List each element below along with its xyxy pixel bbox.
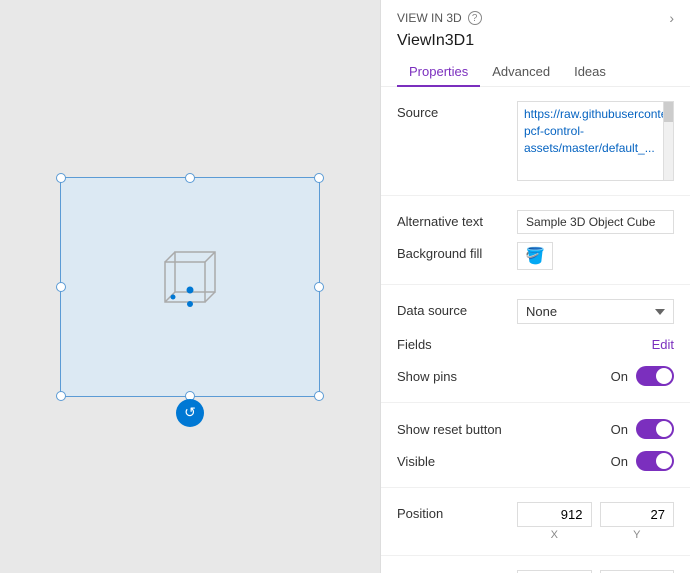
show-pins-value: On bbox=[517, 366, 674, 386]
help-icon[interactable]: ? bbox=[468, 11, 482, 25]
show-pins-row: Show pins On bbox=[397, 360, 674, 392]
data-source-label: Data source bbox=[397, 299, 517, 318]
tab-advanced[interactable]: Advanced bbox=[480, 58, 562, 87]
alt-text-label: Alternative text bbox=[397, 210, 517, 229]
show-reset-section: Show reset button On Visible On bbox=[381, 403, 690, 488]
view-in-3d-row: VIEW IN 3D ? › bbox=[397, 10, 674, 26]
fields-row: Fields Edit bbox=[397, 328, 674, 360]
show-reset-toggle[interactable] bbox=[636, 419, 674, 439]
bg-fill-button[interactable]: 🪣 bbox=[517, 242, 553, 270]
view-in-3d-label: VIEW IN 3D bbox=[397, 11, 462, 25]
properties-panel: VIEW IN 3D ? › ViewIn3D1 Properties Adva… bbox=[380, 0, 690, 573]
canvas-area: ↺ bbox=[0, 0, 380, 573]
component-title: ViewIn3D1 bbox=[397, 32, 674, 50]
position-xy-row: X Y bbox=[517, 502, 674, 541]
position-y-input[interactable] bbox=[600, 502, 675, 527]
bg-fill-row: Background fill 🪣 bbox=[397, 238, 674, 274]
bg-fill-label: Background fill bbox=[397, 242, 517, 261]
alt-text-input[interactable] bbox=[517, 210, 674, 234]
data-source-section: Data source None Fields Edit Show pins O… bbox=[381, 285, 690, 403]
visible-toggle[interactable] bbox=[636, 451, 674, 471]
toggle-knob-2 bbox=[656, 421, 672, 437]
position-row: Position X Y bbox=[397, 498, 674, 545]
show-pins-on-text: On bbox=[611, 369, 628, 384]
scroll-thumb bbox=[664, 102, 673, 122]
position-section: Position X Y bbox=[381, 488, 690, 556]
visible-label: Visible bbox=[397, 454, 517, 469]
data-source-dropdown[interactable]: None bbox=[517, 299, 674, 324]
show-reset-label: Show reset button bbox=[397, 422, 517, 437]
source-section: Source https://raw.githubusercontent.com… bbox=[381, 87, 690, 196]
visible-row: Visible On bbox=[397, 445, 674, 477]
y-label: Y bbox=[600, 529, 675, 541]
source-url: https://raw.githubusercontent.com/micros… bbox=[524, 107, 664, 155]
position-label: Position bbox=[397, 502, 517, 521]
source-wrapper: https://raw.githubusercontent.com/micros… bbox=[517, 101, 674, 181]
position-x-input[interactable] bbox=[517, 502, 592, 527]
show-reset-row: Show reset button On bbox=[397, 413, 674, 445]
position-value: X Y bbox=[517, 502, 674, 541]
fields-edit-link[interactable]: Edit bbox=[652, 337, 674, 352]
data-source-value: None bbox=[517, 299, 674, 324]
toggle-knob bbox=[656, 368, 672, 384]
cube-viewport bbox=[60, 177, 320, 397]
show-reset-on-text: On bbox=[611, 422, 628, 437]
toggle-knob-3 bbox=[656, 453, 672, 469]
source-row: Source https://raw.githubusercontent.com… bbox=[397, 97, 674, 185]
alt-text-section: Alternative text Background fill 🪣 bbox=[381, 196, 690, 285]
component-frame[interactable]: ↺ bbox=[60, 177, 320, 397]
properties-content: Source https://raw.githubusercontent.com… bbox=[381, 87, 690, 573]
show-reset-value: On bbox=[517, 419, 674, 439]
rotate-handle[interactable]: ↺ bbox=[176, 399, 204, 427]
source-scrollbar[interactable] bbox=[664, 101, 674, 181]
position-y-group: Y bbox=[600, 502, 675, 541]
position-x-group: X bbox=[517, 502, 592, 541]
alt-text-row: Alternative text bbox=[397, 206, 674, 238]
cube-svg bbox=[145, 242, 235, 332]
fields-label: Fields bbox=[397, 337, 517, 352]
tab-properties[interactable]: Properties bbox=[397, 58, 480, 87]
tabs-row: Properties Advanced Ideas bbox=[397, 58, 674, 86]
source-value-container: https://raw.githubusercontent.com/micros… bbox=[517, 101, 674, 181]
bg-fill-value: 🪣 bbox=[517, 242, 674, 270]
panel-header: VIEW IN 3D ? › ViewIn3D1 Properties Adva… bbox=[381, 0, 690, 87]
fields-edit-container: Edit bbox=[517, 337, 674, 352]
visible-value: On bbox=[517, 451, 674, 471]
chevron-right-icon[interactable]: › bbox=[669, 10, 674, 26]
tab-ideas[interactable]: Ideas bbox=[562, 58, 618, 87]
show-pins-toggle[interactable] bbox=[636, 366, 674, 386]
source-label: Source bbox=[397, 101, 517, 120]
alt-text-value bbox=[517, 210, 674, 234]
fill-bucket-icon: 🪣 bbox=[525, 246, 545, 266]
visible-on-text: On bbox=[611, 454, 628, 469]
source-text[interactable]: https://raw.githubusercontent.com/micros… bbox=[517, 101, 664, 181]
size-section: Size Width Height bbox=[381, 556, 690, 573]
size-row: Size Width Height bbox=[397, 566, 674, 573]
x-label: X bbox=[517, 529, 592, 541]
show-pins-label: Show pins bbox=[397, 369, 517, 384]
data-source-row: Data source None bbox=[397, 295, 674, 328]
